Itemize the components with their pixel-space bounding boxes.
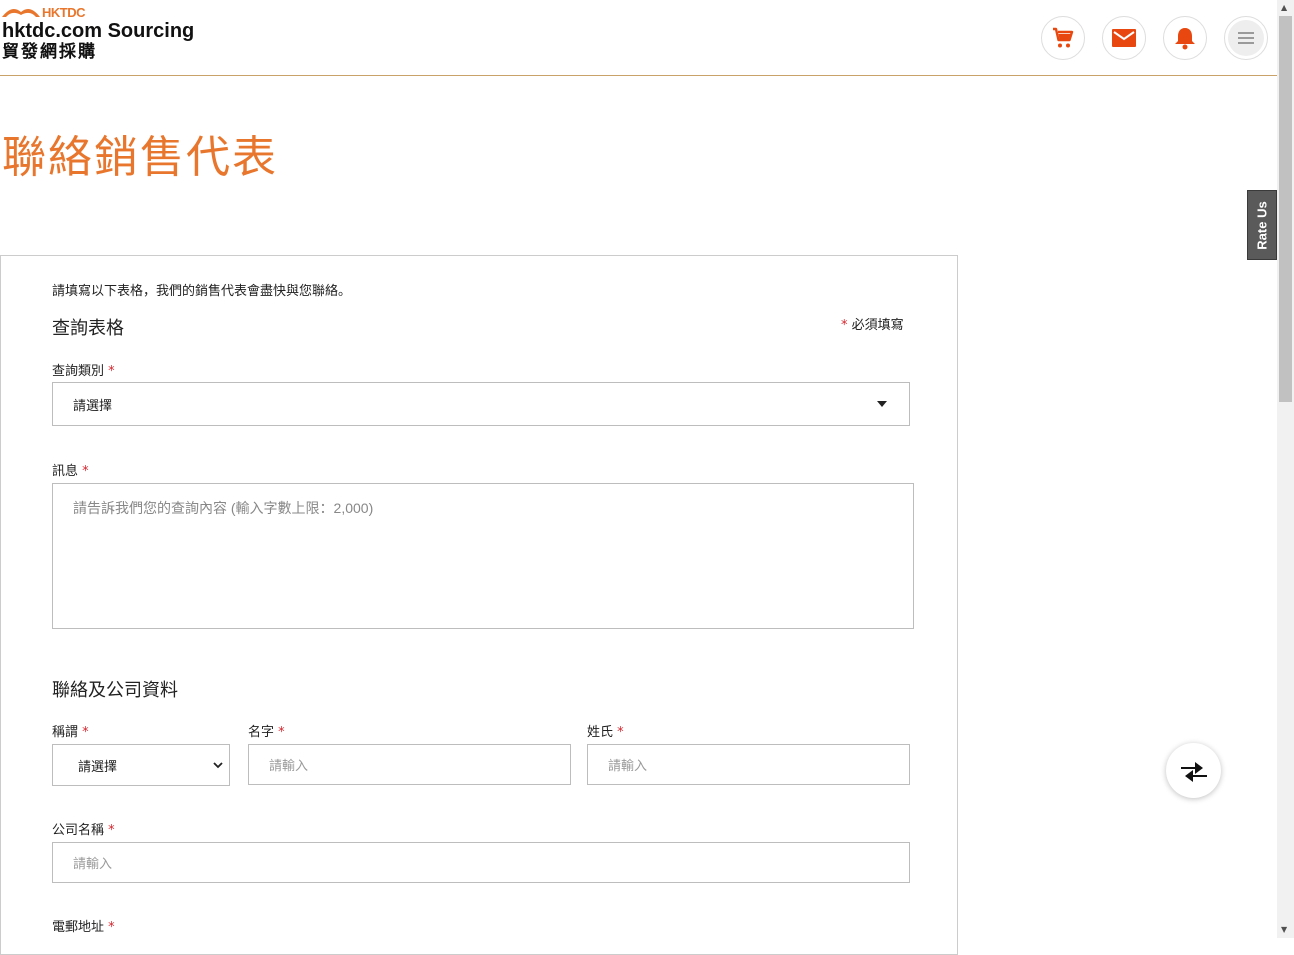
cart-icon <box>1053 27 1074 48</box>
salutation-select-value: 請選擇 <box>78 759 118 775</box>
required-star: * <box>617 725 624 740</box>
enquiry-form: 請填寫以下表格，我們的銷售代表會盡快與您聯絡。 查詢表格 * 必須填寫 查詢類別… <box>0 255 958 955</box>
required-star: * <box>278 725 285 740</box>
message-textarea[interactable]: 請告訴我們您的查詢內容 (輸入字數上限：2,000) <box>52 483 914 629</box>
section-title-enquiry: 查詢表格 <box>52 318 124 339</box>
menu-circle <box>1228 20 1264 56</box>
required-star: * <box>108 823 115 838</box>
bell-icon <box>1175 28 1195 50</box>
required-note: * 必須填寫 <box>841 314 904 333</box>
logo-mark-text: HKTDC <box>42 4 86 20</box>
compare-button[interactable] <box>1166 743 1221 798</box>
required-star: * <box>841 318 848 333</box>
scroll-thumb[interactable] <box>1279 16 1292 402</box>
page-scrollbar[interactable]: ▲ ▼ <box>1277 0 1294 938</box>
first-name-input[interactable]: 請輸入 <box>248 744 571 785</box>
message-label: 訊息 * <box>52 460 89 479</box>
salutation-label-text: 稱謂 <box>52 725 79 740</box>
email-label: 電郵地址 * <box>52 916 115 935</box>
menu-icon <box>1238 32 1254 44</box>
section-title-contact: 聯絡及公司資料 <box>52 680 178 701</box>
hktdc-logo[interactable]: HKTDC hktdc.com Sourcing 貿發網採購 <box>2 4 194 62</box>
first-name-placeholder: 請輸入 <box>269 759 309 774</box>
compare-icon <box>1180 761 1207 782</box>
logo-title: hktdc.com Sourcing <box>2 20 195 42</box>
rate-us-label: Rate Us <box>1254 200 1270 250</box>
salutation-label: 稱謂 * <box>52 721 89 740</box>
site-header: HKTDC hktdc.com Sourcing 貿發網採購 <box>0 0 1277 76</box>
notification-button[interactable] <box>1163 16 1207 60</box>
last-name-label: 姓氏 * <box>587 721 624 740</box>
company-input[interactable]: 請輸入 <box>52 842 910 883</box>
required-star: * <box>108 364 115 379</box>
first-name-label: 名字 * <box>248 721 285 740</box>
required-star: * <box>82 464 89 479</box>
chevron-down-icon <box>213 762 223 769</box>
message-placeholder: 請告訴我們您的查詢內容 (輸入字數上限：2,000) <box>73 500 374 516</box>
hktdc-swoosh-icon <box>2 8 40 17</box>
last-name-input[interactable]: 請輸入 <box>587 744 910 785</box>
caret-down-icon <box>877 401 887 407</box>
required-star: * <box>82 725 89 740</box>
salutation-select[interactable]: 請選擇 <box>52 744 230 786</box>
last-name-placeholder: 請輸入 <box>608 759 648 774</box>
rate-us-tab[interactable]: Rate Us <box>1247 190 1277 260</box>
category-select[interactable]: 請選擇 <box>52 382 910 426</box>
company-label: 公司名稱 * <box>52 819 115 838</box>
form-intro: 請填寫以下表格，我們的銷售代表會盡快與您聯絡。 <box>52 284 352 299</box>
mail-button[interactable] <box>1102 16 1146 60</box>
logo-mark: HKTDC <box>2 4 194 20</box>
message-label-text: 訊息 <box>52 464 79 479</box>
company-placeholder: 請輸入 <box>73 857 113 872</box>
category-select-value: 請選擇 <box>73 398 113 414</box>
scroll-up-arrow-icon[interactable]: ▲ <box>1281 4 1287 12</box>
email-label-text: 電郵地址 <box>52 920 105 935</box>
company-label-text: 公司名稱 <box>52 823 105 838</box>
scroll-down-arrow-icon[interactable]: ▼ <box>1281 926 1287 934</box>
first-name-label-text: 名字 <box>248 725 275 740</box>
required-star: * <box>108 920 115 935</box>
mail-icon <box>1112 29 1136 47</box>
category-label: 查詢類別 * <box>52 360 115 379</box>
category-label-text: 查詢類別 <box>52 364 105 379</box>
logo-subtitle: 貿發網採購 <box>2 42 97 62</box>
menu-button[interactable] <box>1224 16 1268 60</box>
page-title: 聯絡銷售代表 <box>2 132 278 183</box>
last-name-label-text: 姓氏 <box>587 725 614 740</box>
cart-button[interactable] <box>1041 16 1085 60</box>
required-note-text: 必須填寫 <box>851 318 904 333</box>
